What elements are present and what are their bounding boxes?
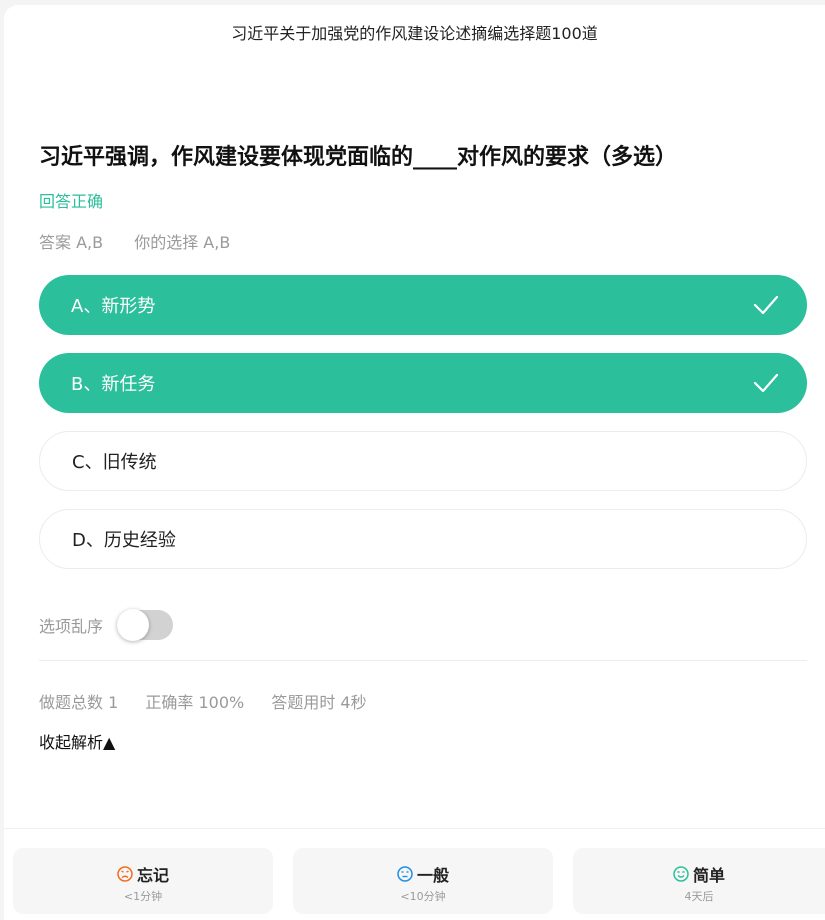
option-d[interactable]: D、历史经验 <box>39 509 807 569</box>
your-choice: 你的选择 A,B <box>134 233 231 252</box>
option-label: B、新任务 <box>71 374 156 395</box>
rate-forget-button[interactable]: 忘记 <1分钟 <box>13 848 273 914</box>
page-title: 习近平关于加强党的作风建设论述摘编选择题100道 <box>231 24 598 43</box>
rate-normal-button[interactable]: 一般 <10分钟 <box>293 848 553 914</box>
shuffle-label: 选项乱序 <box>39 617 104 636</box>
result-text: 回答正确 <box>39 192 104 211</box>
rate-title: 忘记 <box>136 866 169 885</box>
neutral-face-icon <box>397 866 413 882</box>
happy-face-icon <box>673 866 689 882</box>
rate-title: 简单 <box>692 866 725 885</box>
rate-interval: 4天后 <box>684 890 714 903</box>
rate-interval: <10分钟 <box>400 890 446 903</box>
toggle-knob <box>117 609 150 641</box>
check-icon <box>753 373 779 393</box>
bottom-divider <box>4 828 825 829</box>
sad-face-icon <box>117 866 133 882</box>
correct-answer: 答案 A,B <box>39 233 104 252</box>
total-count: 做题总数 1 <box>39 693 119 712</box>
quiz-card: 习近平关于加强党的作风建设论述摘编选择题100道 习近平强调，作风建设要体现党面… <box>4 5 825 920</box>
check-icon <box>753 295 779 315</box>
option-a[interactable]: A、新形势 <box>39 275 807 335</box>
option-b[interactable]: B、新任务 <box>39 353 807 413</box>
option-label: C、旧传统 <box>72 452 157 473</box>
shuffle-row: 选项乱序 <box>39 609 174 641</box>
rate-easy-button[interactable]: 简单 4天后 <box>573 848 825 914</box>
divider <box>39 660 807 661</box>
option-c[interactable]: C、旧传统 <box>39 431 807 491</box>
answer-summary: 答案 A,B 你的选择 A,B <box>39 231 256 255</box>
answer-time: 答题用时 4秒 <box>271 693 367 712</box>
rate-interval: <1分钟 <box>123 890 163 903</box>
shuffle-toggle[interactable] <box>117 609 174 641</box>
collapse-analysis-button[interactable]: 收起解析▲ <box>39 731 115 755</box>
stats-row: 做题总数 1 正确率 100% 答题用时 4秒 <box>39 691 389 715</box>
option-label: A、新形势 <box>71 296 156 317</box>
accuracy-rate: 正确率 100% <box>145 693 245 712</box>
rate-title: 一般 <box>416 866 449 885</box>
question-text: 习近平强调，作风建设要体现党面临的____对作风的要求（多选） <box>39 145 678 170</box>
option-label: D、历史经验 <box>72 530 176 551</box>
